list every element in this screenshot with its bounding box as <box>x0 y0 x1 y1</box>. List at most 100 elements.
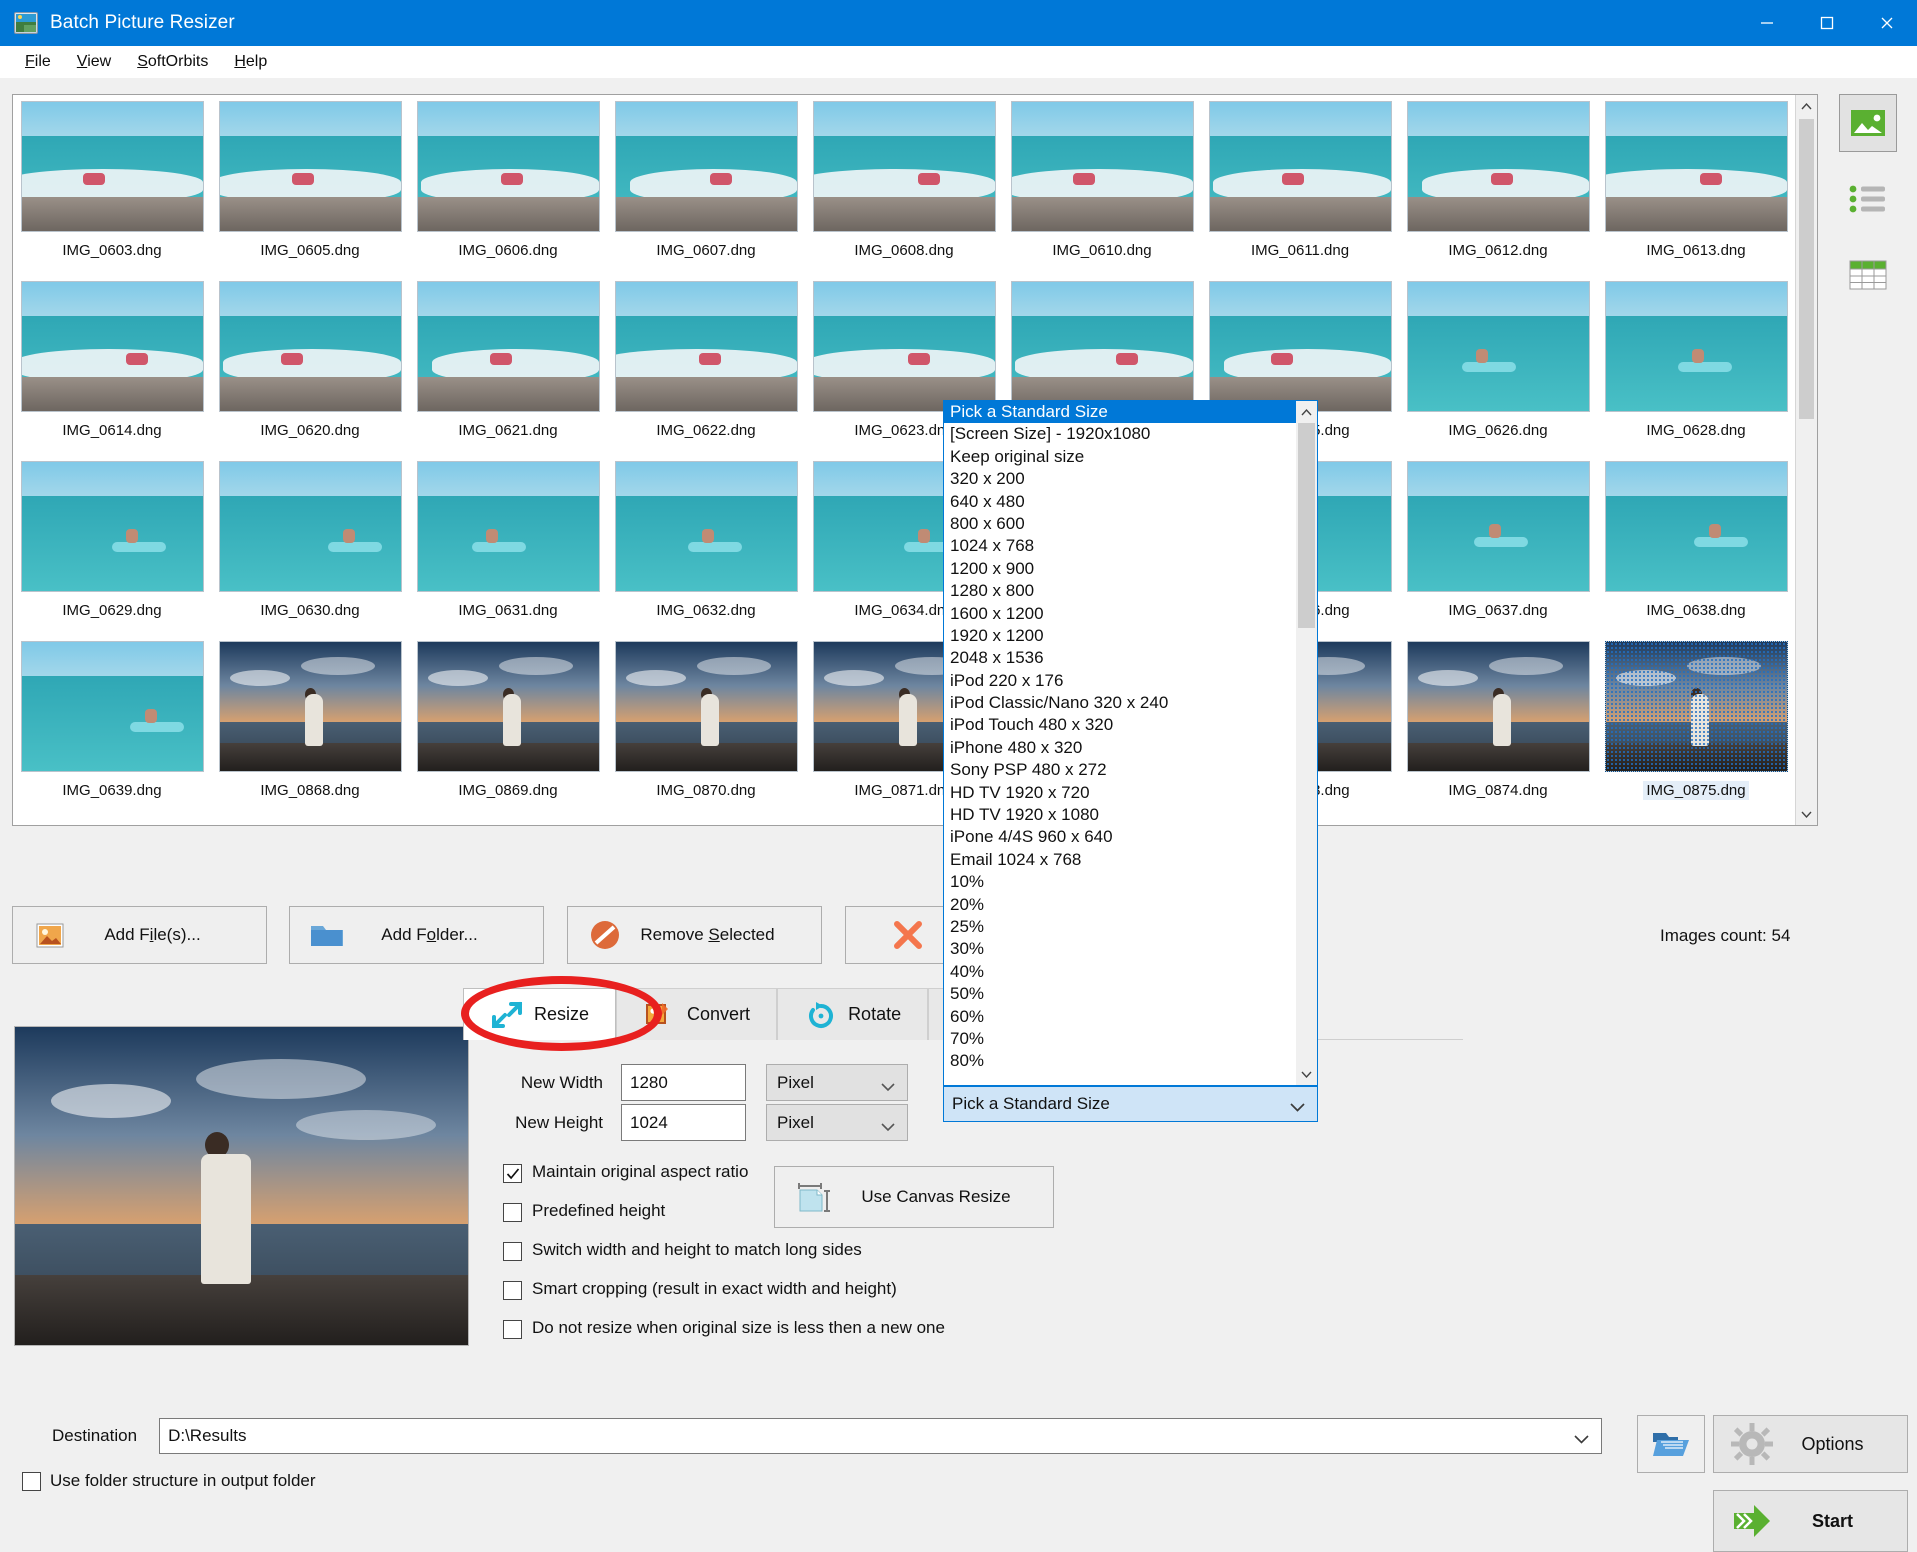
thumbnail-item[interactable]: IMG_0870.dng <box>607 635 805 815</box>
thumbnail-item[interactable]: IMG_0612.dng <box>1399 95 1597 275</box>
thumbnail-item[interactable]: IMG_0622.dng <box>607 275 805 455</box>
thumbnail-item[interactable]: IMG_0608.dng <box>805 95 1003 275</box>
dropdown-option[interactable]: [Screen Size] - 1920x1080 <box>944 423 1296 445</box>
thumbnail-item[interactable]: IMG_0621.dng <box>409 275 607 455</box>
scrollbar-thumb[interactable] <box>1799 119 1814 419</box>
thumbnail-item[interactable]: IMG_0628.dng <box>1597 275 1795 455</box>
dropdown-option[interactable]: Keep original size <box>944 446 1296 468</box>
dropdown-scroll-down-arrow[interactable] <box>1296 1063 1317 1085</box>
thumbnail-item[interactable]: IMG_0629.dng <box>13 455 211 635</box>
dropdown-option[interactable]: 1280 x 800 <box>944 580 1296 602</box>
dropdown-option[interactable]: 30% <box>944 938 1296 960</box>
thumbnail-item[interactable]: IMG_0638.dng <box>1597 455 1795 635</box>
dropdown-option[interactable]: HD TV 1920 x 720 <box>944 782 1296 804</box>
thumbnail-item[interactable]: IMG_0639.dng <box>13 635 211 815</box>
dropdown-option[interactable]: 320 x 200 <box>944 468 1296 490</box>
checkbox-box[interactable] <box>503 1281 522 1300</box>
thumbnail-item[interactable]: IMG_0868.dng <box>211 635 409 815</box>
thumbnail-view-button[interactable] <box>1838 94 1897 152</box>
checkbox-box[interactable] <box>503 1203 522 1222</box>
destination-combobox[interactable]: D:\Results <box>159 1418 1603 1454</box>
dropdown-option[interactable]: iPod 220 x 176 <box>944 670 1296 692</box>
new-width-unit-combo[interactable]: Pixel <box>766 1064 908 1101</box>
dropdown-option[interactable]: 50% <box>944 983 1296 1005</box>
thumbnail-item[interactable]: IMG_0632.dng <box>607 455 805 635</box>
thumbnail-item[interactable]: IMG_0603.dng <box>13 95 211 275</box>
thumbnails-scrollbar[interactable] <box>1795 95 1817 825</box>
scroll-up-arrow[interactable] <box>1796 95 1817 117</box>
new-height-input[interactable] <box>621 1104 746 1141</box>
thumbnail-item[interactable]: IMG_0607.dng <box>607 95 805 275</box>
standard-size-combobox[interactable]: Pick a Standard Size <box>943 1086 1318 1122</box>
dropdown-option[interactable]: 20% <box>944 894 1296 916</box>
thumbnail-item[interactable]: IMG_0637.dng <box>1399 455 1597 635</box>
dropdown-option[interactable]: iPone 4/4S 960 x 640 <box>944 826 1296 848</box>
tab-convert[interactable]: Convert <box>616 988 778 1040</box>
minimize-button[interactable] <box>1737 0 1797 46</box>
checkbox-smart-cropping[interactable]: Smart cropping (result in exact width an… <box>503 1279 897 1300</box>
tab-resize[interactable]: Resize <box>463 988 617 1040</box>
add-folder-button[interactable]: Add Folder... <box>289 906 544 964</box>
dropdown-option[interactable]: iPod Classic/Nano 320 x 240 <box>944 692 1296 714</box>
dropdown-option[interactable]: 1920 x 1200 <box>944 625 1296 647</box>
thumbnail-item[interactable]: IMG_0605.dng <box>211 95 409 275</box>
checkbox-box[interactable] <box>503 1242 522 1261</box>
thumbnail-item[interactable]: IMG_0620.dng <box>211 275 409 455</box>
thumbnail-item[interactable]: IMG_0610.dng <box>1003 95 1201 275</box>
dropdown-option[interactable]: 40% <box>944 961 1296 983</box>
add-files-button[interactable]: Add File(s)... <box>12 906 267 964</box>
menu-view[interactable]: View <box>64 49 124 75</box>
start-button[interactable]: Start <box>1713 1490 1908 1552</box>
dropdown-option[interactable]: iPod Touch 480 x 320 <box>944 714 1296 736</box>
dropdown-option[interactable]: Pick a Standard Size <box>944 401 1296 424</box>
standard-size-dropdown-list[interactable]: Pick a Standard Size [Screen Size] - 1920… <box>943 400 1318 1086</box>
thumbnail-item[interactable]: IMG_0630.dng <box>211 455 409 635</box>
dropdown-option[interactable]: 10% <box>944 871 1296 893</box>
menu-softorbits[interactable]: SoftOrbits <box>124 49 221 75</box>
checkbox-predefined-height[interactable]: Predefined height <box>503 1201 665 1222</box>
dropdown-option[interactable]: 80% <box>944 1050 1296 1072</box>
list-view-button[interactable] <box>1839 170 1897 228</box>
checkbox-switch-sides[interactable]: Switch width and height to match long si… <box>503 1240 862 1261</box>
new-height-unit-combo[interactable]: Pixel <box>766 1104 908 1141</box>
new-width-input[interactable] <box>621 1064 746 1101</box>
dropdown-option[interactable]: 70% <box>944 1028 1296 1050</box>
thumbnail-item[interactable]: IMG_0631.dng <box>409 455 607 635</box>
dropdown-option[interactable]: 640 x 480 <box>944 491 1296 513</box>
dropdown-option[interactable]: 25% <box>944 916 1296 938</box>
menu-help[interactable]: Help <box>221 49 280 75</box>
dropdown-scroll-up-arrow[interactable] <box>1296 401 1317 423</box>
dropdown-option[interactable]: HD TV 1920 x 1080 <box>944 804 1296 826</box>
thumbnail-item[interactable]: IMG_0874.dng <box>1399 635 1597 815</box>
checkbox-box[interactable] <box>503 1320 522 1339</box>
thumbnail-item[interactable]: IMG_0614.dng <box>13 275 211 455</box>
thumbnail-item[interactable]: IMG_0875.dng <box>1597 635 1795 815</box>
dropdown-option[interactable]: 1024 x 768 <box>944 535 1296 557</box>
dropdown-option[interactable]: 1200 x 900 <box>944 558 1296 580</box>
dropdown-option[interactable]: 2048 x 1536 <box>944 647 1296 669</box>
tab-rotate[interactable]: Rotate <box>777 988 929 1040</box>
thumbnail-list-panel[interactable]: IMG_0603.dng IMG_0605.dng IMG_0606.dng IMG_… <box>12 94 1818 826</box>
dropdown-scrollbar-thumb[interactable] <box>1298 423 1315 628</box>
checkbox-box[interactable] <box>22 1472 41 1491</box>
thumbnail-item[interactable]: IMG_0626.dng <box>1399 275 1597 455</box>
thumbnail-item[interactable]: IMG_0613.dng <box>1597 95 1795 275</box>
scroll-down-arrow[interactable] <box>1796 803 1817 825</box>
thumbnail-item[interactable]: IMG_0611.dng <box>1201 95 1399 275</box>
maximize-button[interactable] <box>1797 0 1857 46</box>
dropdown-option[interactable]: iPhone 480 x 320 <box>944 737 1296 759</box>
close-button[interactable] <box>1857 0 1917 46</box>
dropdown-option[interactable]: Email 1024 x 768 <box>944 849 1296 871</box>
dropdown-option[interactable]: 1600 x 1200 <box>944 603 1296 625</box>
checkbox-do-not-resize[interactable]: Do not resize when original size is less… <box>503 1318 945 1339</box>
browse-destination-button[interactable] <box>1637 1415 1705 1473</box>
checkbox-aspect-ratio[interactable]: Maintain original aspect ratio <box>503 1162 748 1183</box>
checkbox-box[interactable] <box>503 1164 522 1183</box>
dropdown-scrollbar[interactable] <box>1296 401 1317 1085</box>
thumbnail-item[interactable]: IMG_0606.dng <box>409 95 607 275</box>
menu-file[interactable]: File <box>12 49 64 75</box>
dropdown-option[interactable]: 60% <box>944 1006 1296 1028</box>
dropdown-option[interactable]: 800 x 600 <box>944 513 1296 535</box>
thumbnail-item[interactable]: IMG_0869.dng <box>409 635 607 815</box>
dropdown-option[interactable]: Sony PSP 480 x 272 <box>944 759 1296 781</box>
